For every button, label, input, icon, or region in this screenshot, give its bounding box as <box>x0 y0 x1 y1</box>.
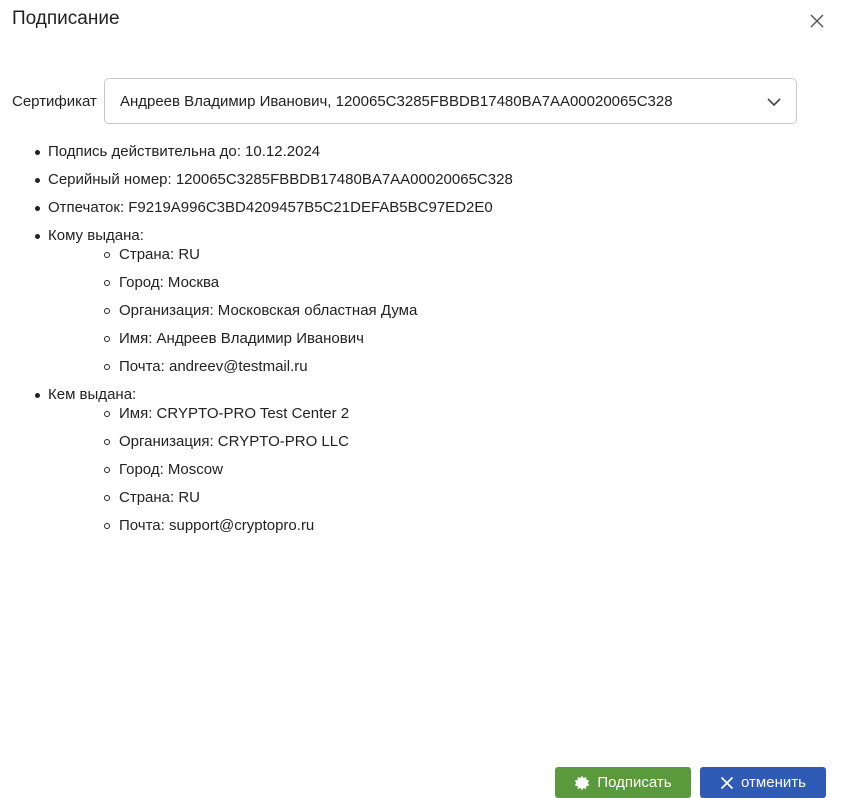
list-item: Почта: andreev@testmail.ru <box>103 357 513 376</box>
list-item: Страна: RU <box>103 488 513 507</box>
seal-icon <box>574 775 590 791</box>
issued-to-label: Кому выдана: <box>48 227 144 244</box>
x-icon <box>720 776 734 790</box>
dialog-title: Подписание <box>12 8 120 29</box>
sign-button-label: Подписать <box>597 774 672 791</box>
certificate-selected-value: Андреев Владимир Иванович, 120065C3285FB… <box>119 92 673 110</box>
certificate-info: Подпись действительна до: 10.12.2024 Сер… <box>32 142 513 544</box>
issued-by: Кем выдана: Имя: CRYPTO-PRO Test Center … <box>32 385 513 535</box>
signing-dialog: Подписание Сертификат Андреев Владимир И… <box>0 0 841 798</box>
cancel-button[interactable]: отменить <box>700 767 826 798</box>
list-item: Почта: support@cryptopro.ru <box>103 516 513 535</box>
issued-by-list: Имя: CRYPTO-PRO Test Center 2 Организаци… <box>48 404 513 535</box>
certificate-select[interactable]: Андреев Владимир Иванович, 120065C3285FB… <box>103 78 797 124</box>
issued-to: Кому выдана: Страна: RU Город: Москва Ор… <box>32 226 513 376</box>
serial-number: Серийный номер: 120065C3285FBBDB17480BA7… <box>32 170 513 189</box>
list-item: Организация: CRYPTO-PRO LLC <box>103 432 513 451</box>
chevron-down-icon <box>767 98 781 107</box>
list-item: Организация: Московская областная Дума <box>103 301 513 320</box>
list-item: Город: Москва <box>103 273 513 292</box>
cancel-button-label: отменить <box>741 774 806 791</box>
list-item: Город: Moscow <box>103 460 513 479</box>
thumbprint: Отпечаток: F9219A996C3BD4209457B5C21DEFA… <box>32 198 513 217</box>
close-icon <box>810 14 824 28</box>
list-item: Имя: Андреев Владимир Иванович <box>103 329 513 348</box>
sign-button[interactable]: Подписать <box>555 767 691 798</box>
certificate-label: Сертификат <box>12 92 97 110</box>
valid-until: Подпись действительна до: 10.12.2024 <box>32 142 513 161</box>
issued-by-label: Кем выдана: <box>48 386 137 403</box>
list-item: Страна: RU <box>103 245 513 264</box>
list-item: Имя: CRYPTO-PRO Test Center 2 <box>103 404 513 423</box>
certificate-row: Сертификат Андреев Владимир Иванович, 12… <box>12 77 797 125</box>
close-button[interactable] <box>804 8 830 34</box>
issued-to-list: Страна: RU Город: Москва Организация: Мо… <box>48 245 513 376</box>
